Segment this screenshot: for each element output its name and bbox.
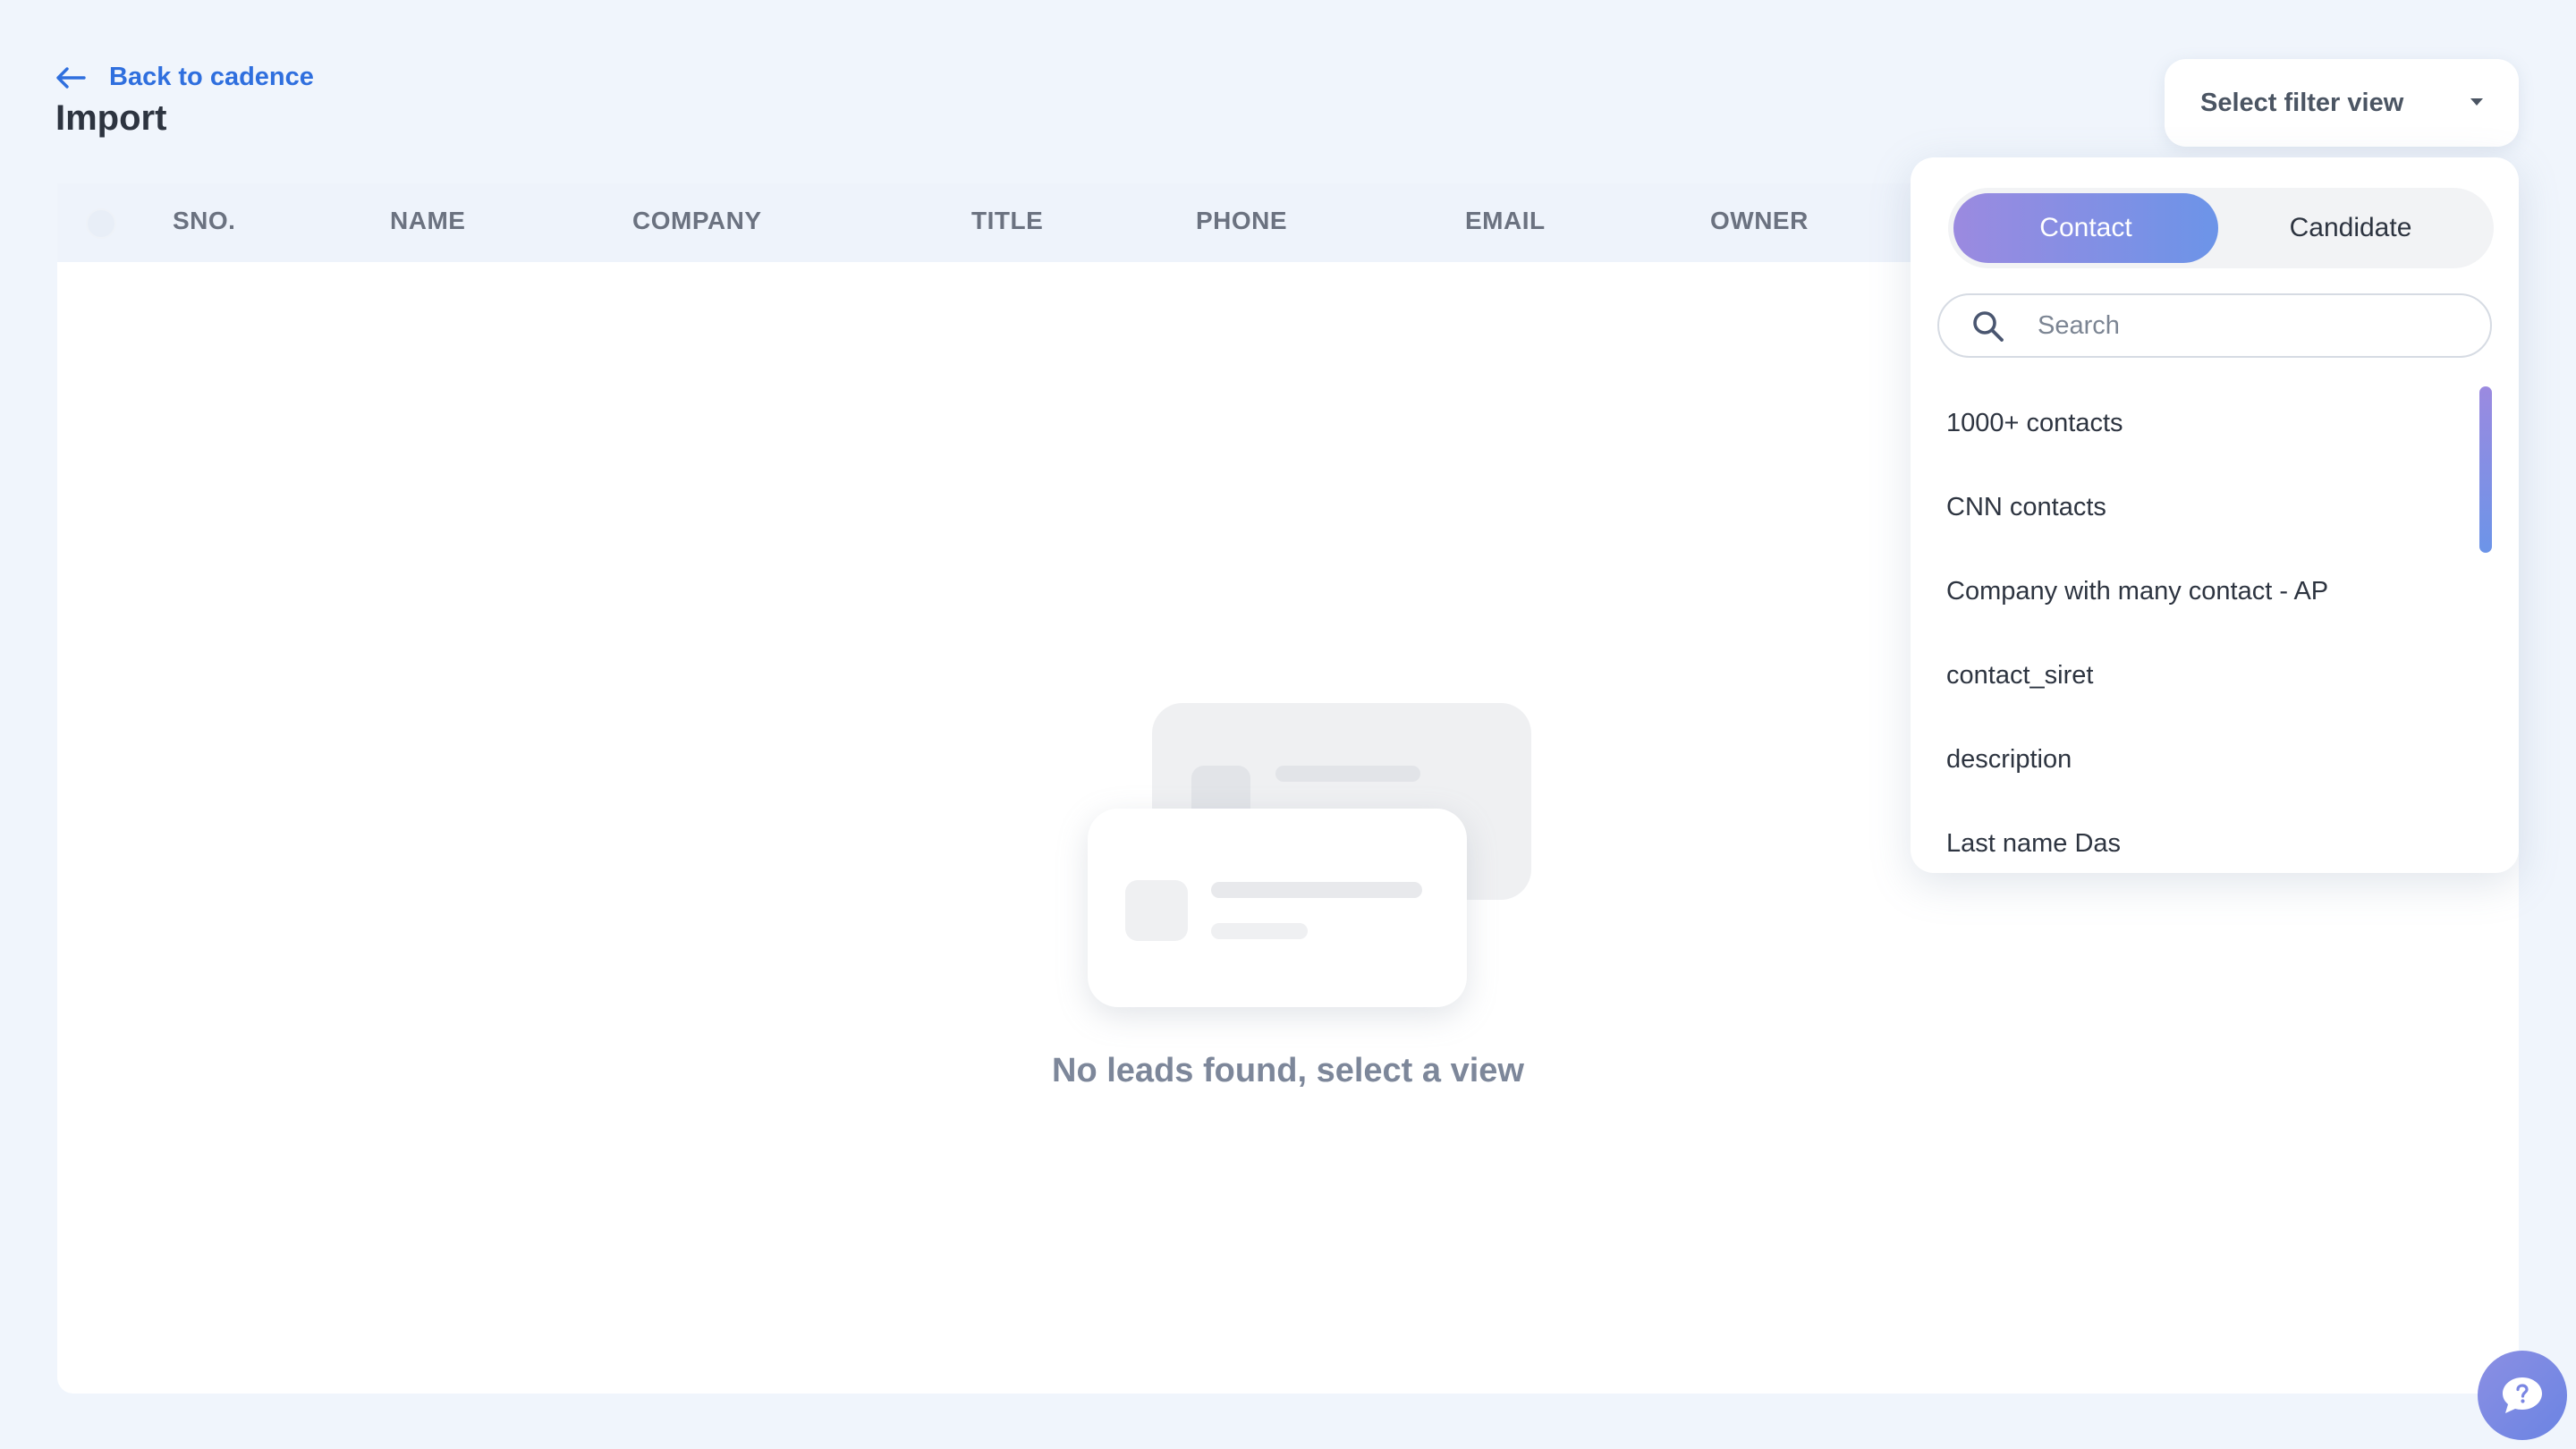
- back-link-label: Back to cadence: [109, 63, 314, 91]
- back-to-cadence-link[interactable]: Back to cadence: [55, 63, 314, 92]
- column-header-phone[interactable]: PHONE: [1196, 207, 1287, 235]
- view-option[interactable]: Company with many contact - AP: [1946, 549, 2447, 633]
- tab-candidate[interactable]: Candidate: [2218, 193, 2483, 263]
- column-header-sno[interactable]: SNO.: [173, 207, 235, 235]
- empty-state-message: No leads found, select a view: [1052, 1052, 1524, 1089]
- filter-view-select[interactable]: Select filter view: [2165, 59, 2519, 147]
- column-header-title[interactable]: TITLE: [971, 207, 1043, 235]
- filter-view-dropdown: Contact Candidate 1000+ contacts CNN con…: [1911, 157, 2519, 873]
- arrow-left-icon: [56, 66, 86, 89]
- help-chat-button[interactable]: [2478, 1351, 2567, 1440]
- view-list-scrollbar[interactable]: [2479, 386, 2492, 553]
- placeholder-line: [1211, 882, 1422, 898]
- placeholder-card-front: [1088, 809, 1467, 1007]
- placeholder-line: [1275, 766, 1420, 782]
- tab-contact[interactable]: Contact: [1953, 193, 2218, 263]
- column-header-email[interactable]: EMAIL: [1465, 207, 1546, 235]
- select-all-checkbox[interactable]: [86, 208, 116, 239]
- placeholder-line: [1211, 923, 1308, 939]
- view-option[interactable]: 1000+ contacts: [1946, 381, 2447, 465]
- import-page: Back to cadence Import SNO. NAME COMPANY…: [0, 0, 2576, 1449]
- page-title: Import: [55, 98, 167, 138]
- view-search-box: [1937, 293, 2492, 358]
- search-icon: [1973, 311, 2004, 342]
- column-header-company[interactable]: COMPANY: [632, 207, 762, 235]
- view-option[interactable]: CNN contacts: [1946, 465, 2447, 549]
- chat-question-icon: [2503, 1377, 2542, 1413]
- caret-down-icon: [2470, 98, 2483, 106]
- placeholder-avatar: [1125, 880, 1188, 941]
- view-option[interactable]: description: [1946, 717, 2447, 801]
- filter-view-select-label: Select filter view: [2200, 88, 2404, 117]
- view-list: 1000+ contacts CNN contacts Company with…: [1946, 381, 2447, 886]
- view-option[interactable]: Last name Das: [1946, 801, 2447, 886]
- view-option[interactable]: contact_siret: [1946, 633, 2447, 717]
- view-search-input[interactable]: [2038, 306, 2467, 345]
- column-header-name[interactable]: NAME: [390, 207, 465, 235]
- view-type-toggle: Contact Candidate: [1948, 188, 2494, 268]
- column-header-owner[interactable]: OWNER: [1710, 207, 1809, 235]
- empty-state-illustration: [1088, 703, 1531, 1007]
